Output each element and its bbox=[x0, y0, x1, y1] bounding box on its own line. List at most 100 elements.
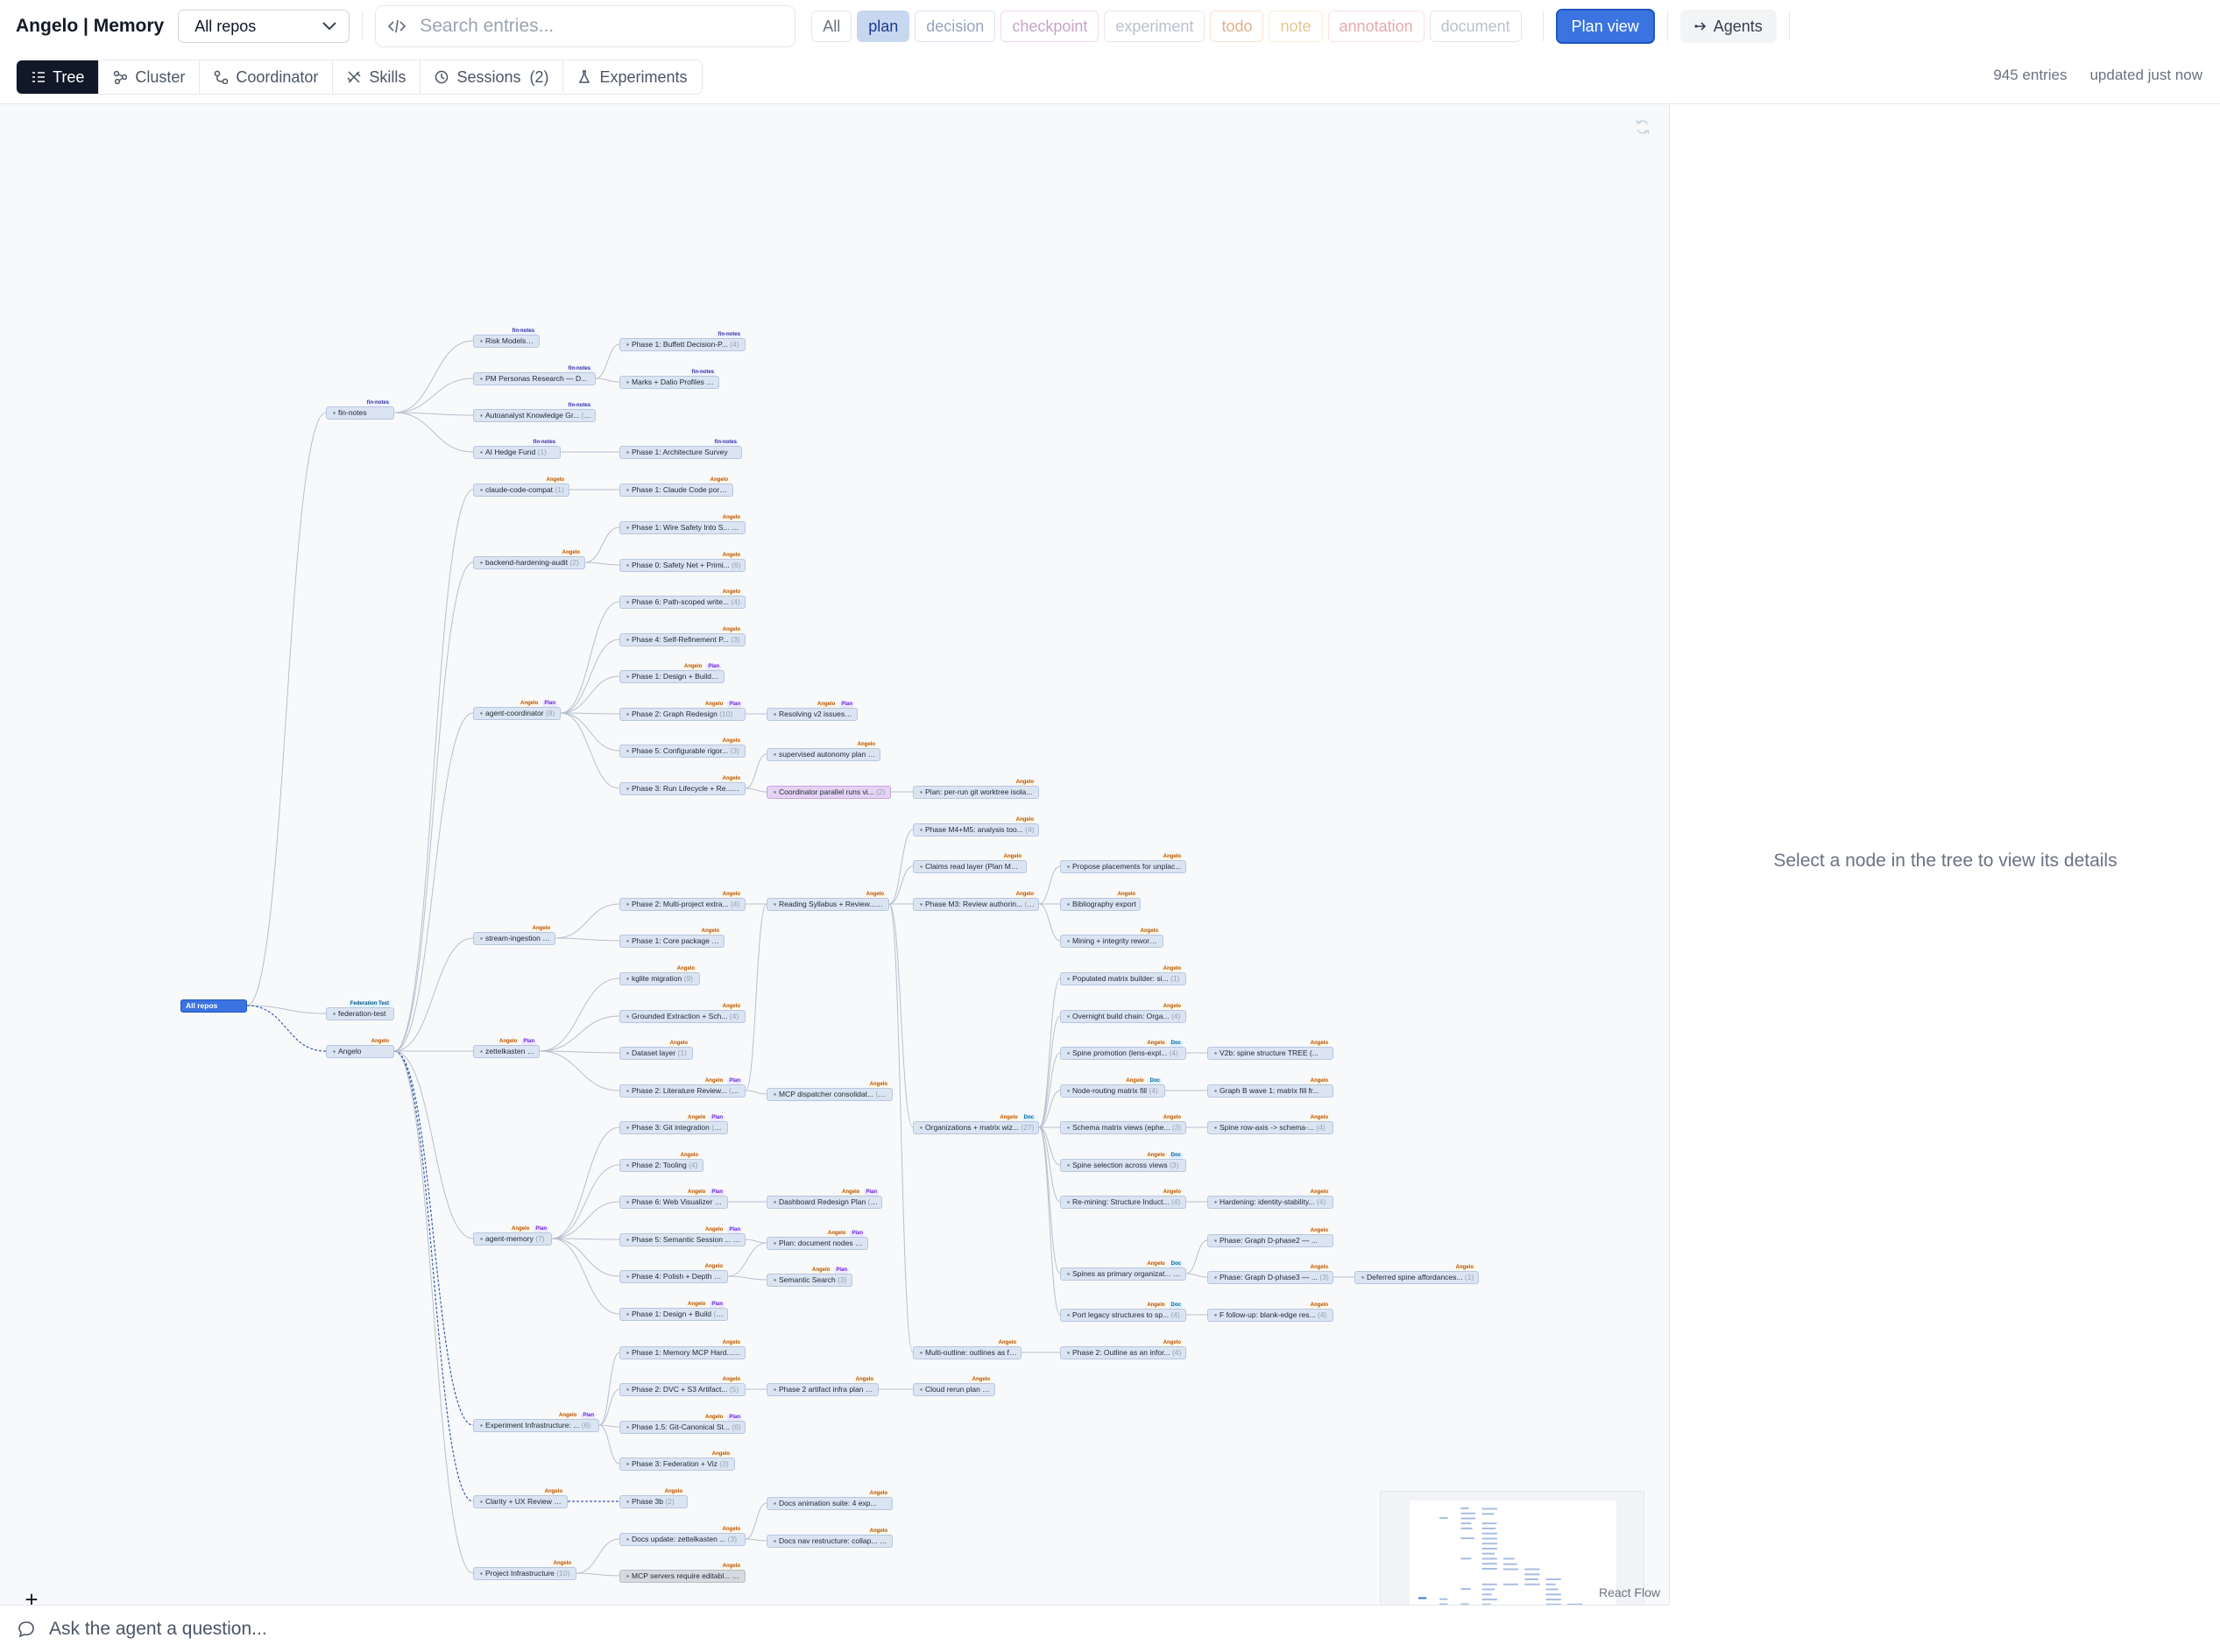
tree-node[interactable]: ▪ Phase: Graph D-phase3 — ... (3) Angelo bbox=[1207, 1265, 1333, 1284]
tree-node[interactable]: ▪ stream-ingestion (2) Angelo bbox=[473, 926, 555, 945]
react-flow-attribution[interactable]: React Flow bbox=[1599, 1585, 1660, 1599]
tab-cluster[interactable]: Cluster bbox=[99, 60, 201, 94]
filter-chip-annotation[interactable]: annotation bbox=[1327, 11, 1425, 42]
tree-node[interactable]: ▪ V2b: spine structure TREE (... Angelo bbox=[1207, 1041, 1333, 1060]
tree-node[interactable]: ▪ Populated matrix builder: si... (1) Ange… bbox=[1060, 966, 1186, 985]
tree-node[interactable]: ▪ Phase 1: Buffett Decision-P... (4) fin-n… bbox=[619, 332, 746, 351]
tree-node[interactable]: ▪ Plan: per-run git worktree isola... Ange… bbox=[913, 780, 1039, 799]
tab-sessions[interactable]: Sessions (2) bbox=[421, 60, 564, 94]
tree-node[interactable]: ▪ Spine selection across views (3) Angelo D… bbox=[1060, 1153, 1186, 1172]
tree-node[interactable]: ▪ Phase 2 artifact infra plan (4) Angelo bbox=[767, 1377, 879, 1396]
tree-node[interactable]: ▪ fin-notes fin-notes bbox=[326, 400, 394, 420]
tree-node[interactable]: ▪ Phase 1: Claude Code port (1) Angelo bbox=[619, 477, 733, 497]
tree-node[interactable]: ▪ Phase 0: Safety Net + Primi... (6) Angel… bbox=[619, 553, 746, 572]
tree-node[interactable]: ▪ Risk Models (1) fin-notes bbox=[473, 328, 540, 348]
tree-node[interactable]: ▪ Experiment Infrastructure: ... (6) Angel… bbox=[473, 1413, 599, 1432]
tree-node[interactable]: ▪ Coordinator parallel runs vi... (2) bbox=[767, 786, 891, 799]
tree-node[interactable]: ▪ Phase 2: DVC + S3 Artifact... (5) Angelo bbox=[619, 1377, 746, 1396]
tree-node[interactable]: ▪Claims read layer (Plan M2) (1)Angelo bbox=[913, 854, 1027, 873]
tree-node[interactable]: ▪ kglite migration (9) Angelo bbox=[619, 966, 700, 985]
tree-node[interactable]: ▪Reading Syllabus + Review... (11)Angelo bbox=[767, 892, 889, 911]
tree-node[interactable]: ▪ Phase 1: Memory MCP Hard... (4) Angelo bbox=[619, 1340, 746, 1359]
search-bar[interactable]: Search entries... bbox=[375, 5, 796, 47]
tree-node[interactable]: ▪ Phase 1: Design + Build (27) Angelo Plan bbox=[619, 1302, 728, 1321]
tree-node[interactable]: ▪ Project Infrastructure (10) Angelo bbox=[473, 1561, 576, 1580]
tree-node[interactable]: ▪ Marks + Dalio Profiles (5) fin-notes bbox=[619, 370, 719, 389]
tree-node[interactable]: ▪ Spine row-axis -> schema-... (4) Angelo bbox=[1207, 1115, 1333, 1134]
tree-node[interactable]: ▪ Node-routing matrix fill (4) Angelo Doc bbox=[1060, 1078, 1165, 1098]
tree-node[interactable]: ▪ Schema matrix views (ephe... (3) Angelo bbox=[1060, 1115, 1186, 1134]
ask-agent-bar[interactable]: Ask the agent a question... bbox=[0, 1605, 1670, 1652]
tree-node[interactable]: ▪ Phase 1: Architecture Survey fin-notes bbox=[619, 440, 742, 459]
tree-node[interactable]: ▪ Organizations + matrix wiz... (27) Angel… bbox=[913, 1115, 1039, 1134]
tree-node[interactable]: ▪ Graph B wave 1: matrix fill fr... Angelo bbox=[1207, 1078, 1333, 1098]
tree-node[interactable]: ▪ agent-memory (7) Angelo Plan bbox=[473, 1226, 552, 1246]
filter-chip-note[interactable]: note bbox=[1269, 11, 1323, 42]
tree-node[interactable]: ▪ F follow-up: blank-edge res... (4) Angel… bbox=[1207, 1303, 1333, 1322]
plan-view-button[interactable]: Plan view bbox=[1555, 9, 1655, 44]
tree-node[interactable]: ▪ Dashboard Redesign Plan (11) Angelo Plan bbox=[767, 1190, 882, 1209]
tab-experiments[interactable]: Experiments bbox=[563, 60, 702, 94]
filter-chip-all[interactable]: All bbox=[811, 11, 852, 42]
tree-node[interactable]: ▪ MCP dispatcher consolidat... (12) Angelo bbox=[767, 1082, 893, 1101]
tree-node[interactable]: ▪ zettelkasten (8) Angelo Plan bbox=[473, 1039, 540, 1058]
tree-node[interactable]: ▪ Phase: Graph D-phase2 — ... Angelo bbox=[1207, 1228, 1333, 1247]
tree-node[interactable]: ▪ Clarity + UX Review (10) Angelo bbox=[473, 1489, 568, 1508]
zoom-in-icon[interactable]: + bbox=[12, 1583, 51, 1606]
tree-node[interactable]: ▪ Phase 1: Design + Build (7) Angelo Plan bbox=[619, 664, 725, 683]
tree-node[interactable]: ▪ Spine promotion (lens-expl... (4) Angelo… bbox=[1060, 1041, 1186, 1060]
tree-node[interactable]: ▪ Autoanalyst Knowledge Gr... (16) fin-not… bbox=[473, 403, 596, 422]
tree-node[interactable]: ▪ Phase 3b (2) Angelo bbox=[619, 1489, 688, 1508]
filter-chip-experiment[interactable]: experiment bbox=[1104, 11, 1205, 42]
tree-node[interactable]: ▪ Re-mining: Structure Induct... (4) Angel… bbox=[1060, 1190, 1186, 1209]
tree-node[interactable]: ▪ Phase 2: Graph Redesign (10) Angelo Plan bbox=[619, 702, 746, 721]
search-input[interactable]: Search entries... bbox=[420, 16, 554, 37]
tree-node[interactable]: ▪ Phase 2: Multi-project extra... (4) Ange… bbox=[619, 892, 746, 911]
tree-node[interactable]: ▪ Deferred spine affordances... (1) Angelo bbox=[1354, 1265, 1479, 1284]
tree-node[interactable]: ▪ AI Hedge Fund (1) fin-notes bbox=[473, 440, 561, 459]
tree-node[interactable]: ▪ Phase 5: Configurable rigor... (3) Angel… bbox=[619, 738, 746, 758]
tree-node[interactable]: ▪ Phase 3: Federation + Viz (3) Angelo bbox=[619, 1451, 735, 1471]
tree-node[interactable]: ▪ Phase 2: Literature Review... (10) Angel… bbox=[619, 1078, 746, 1098]
tree-node[interactable]: ▪ Phase 3: Run Lifecycle + Re... (4) Angel… bbox=[619, 776, 746, 795]
tree-node[interactable]: ▪ Phase 2: Outline as an infor... (4) Ange… bbox=[1060, 1340, 1186, 1359]
tree-node[interactable]: ▪ Phase 4: Polish + Depth (13) Angelo bbox=[619, 1264, 728, 1283]
tree-node[interactable]: ▪ Phase 6: Path-scoped write... (4) Angelo bbox=[619, 589, 746, 609]
tab-coordinator[interactable]: Coordinator bbox=[200, 60, 334, 94]
tree-node[interactable]: ▪ claude-code-compat (1) Angelo bbox=[473, 477, 569, 497]
tree-node[interactable]: ▪ Phase 5: Semantic Session ... (5) Angelo… bbox=[619, 1227, 746, 1246]
tree-node[interactable]: ▪ agent-coordinator (8) Angelo Plan bbox=[473, 701, 561, 720]
tree-node[interactable]: ▪ Phase M3: Review authorin... (31) Angelo bbox=[913, 892, 1039, 911]
ask-input[interactable]: Ask the agent a question... bbox=[49, 1619, 267, 1640]
tree-node[interactable]: ▪ Dataset layer (1) Angelo bbox=[619, 1041, 693, 1060]
tree-node[interactable]: ▪ Overnight build chain: Orga... (4) Angel… bbox=[1060, 1004, 1186, 1023]
tree-node[interactable]: ▪ Phase 6: Web Visualizer (2) Angelo Plan bbox=[619, 1190, 728, 1209]
tab-tree[interactable]: Tree bbox=[17, 60, 100, 94]
tree-node[interactable]: ▪ Bibliography export Angelo bbox=[1060, 892, 1141, 911]
tree-node[interactable]: ▪ Cloud rerun plan (1) Angelo bbox=[913, 1377, 995, 1396]
agents-button[interactable]: Agents bbox=[1679, 10, 1777, 43]
tree-node[interactable]: ▪ Phase 1: Core package (5) Angelo bbox=[619, 928, 725, 948]
tree-node[interactable]: ▪ federation-test Federation Test bbox=[326, 1001, 394, 1020]
refresh-icon[interactable] bbox=[1634, 118, 1651, 136]
filter-chip-decision[interactable]: decision bbox=[915, 11, 996, 42]
tree-node[interactable]: ▪ Phase 1: Wire Safety Into S... (10) Ange… bbox=[619, 515, 746, 534]
tree-root-node[interactable]: All repos bbox=[180, 999, 247, 1013]
tree-node[interactable]: ▪ MCP servers require editabl... (4) Angel… bbox=[619, 1564, 746, 1583]
tree-node[interactable]: ▪Multi-outline: outlines as fir... (4)An… bbox=[913, 1340, 1022, 1359]
filter-chip-plan[interactable]: plan bbox=[857, 11, 910, 42]
filter-chip-todo[interactable]: todo bbox=[1210, 11, 1264, 42]
tree-node[interactable]: ▪ backend-hardening-audit (2) Angelo bbox=[473, 550, 585, 569]
tree-node[interactable]: ▪ Grounded Extraction + Sch... (4) Angelo bbox=[619, 1004, 746, 1023]
tree-node[interactable]: ▪ Docs update: zettelkasten ... (3) Angelo bbox=[619, 1527, 746, 1546]
filter-chip-checkpoint[interactable]: checkpoint bbox=[1000, 11, 1099, 42]
tree-node[interactable]: ▪ supervised autonomy plan (4) Angelo bbox=[767, 742, 880, 761]
tree-node[interactable]: ▪ Phase 2: Tooling (4) Angelo bbox=[619, 1153, 703, 1172]
tree-node[interactable]: ▪ Hardening: identity-stability... (4) Ang… bbox=[1207, 1190, 1333, 1209]
tree-node[interactable]: ▪Mining + integrity rework (1)Angelo bbox=[1060, 928, 1163, 948]
tree-node[interactable]: ▪ Plan: document nodes (2) Angelo Plan bbox=[767, 1231, 868, 1250]
repo-select[interactable]: All repos bbox=[178, 10, 350, 43]
tree-node[interactable]: ▪ Docs animation suite: 4 exp... Angelo bbox=[767, 1491, 893, 1510]
tree-node[interactable]: ▪ Spines as primary organizat... (6) Angel… bbox=[1060, 1261, 1186, 1281]
tab-skills[interactable]: Skills bbox=[333, 60, 421, 94]
